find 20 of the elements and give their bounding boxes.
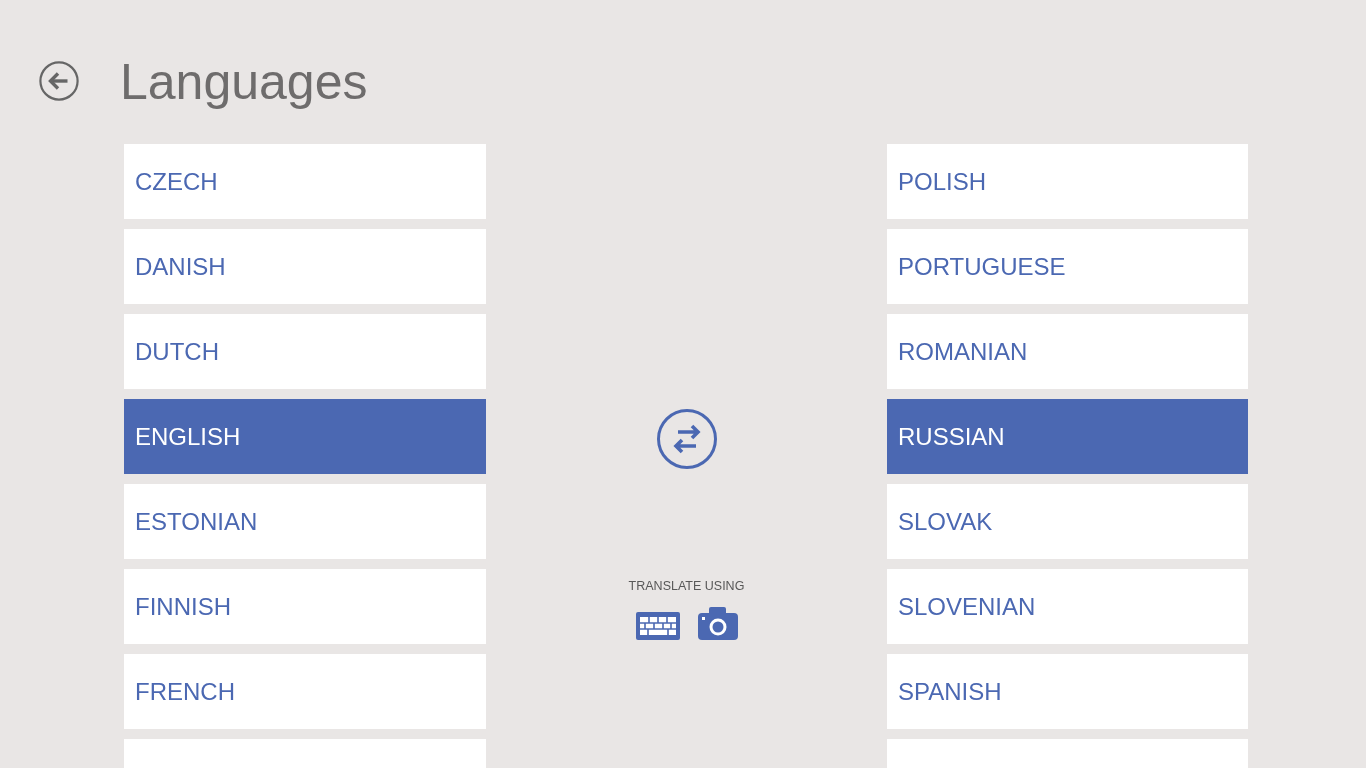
camera-icon[interactable] <box>697 607 738 640</box>
language-item[interactable]: RUSSIAN <box>887 399 1248 474</box>
language-item[interactable]: PORTUGUESE <box>887 229 1248 304</box>
back-icon[interactable] <box>39 61 79 101</box>
language-item[interactable]: DUTCH <box>124 314 486 389</box>
language-item[interactable]: SLOVAK <box>887 484 1248 559</box>
language-item[interactable]: FINNISH <box>124 569 486 644</box>
language-item[interactable]: POLISH <box>887 144 1248 219</box>
language-item[interactable]: DANISH <box>124 229 486 304</box>
language-item[interactable]: ESTONIAN <box>124 484 486 559</box>
language-item[interactable]: CZECH <box>124 144 486 219</box>
translate-using-label: TRANSLATE USING <box>628 578 745 594</box>
page-title: Languages <box>120 53 368 111</box>
language-item[interactable]: SPANISH <box>887 654 1248 729</box>
swap-icon[interactable] <box>656 409 717 469</box>
keyboard-icon[interactable] <box>635 612 680 640</box>
language-item[interactable]: SLOVENIAN <box>887 569 1248 644</box>
language-item[interactable]: ROMANIAN <box>887 314 1248 389</box>
language-item[interactable]: FRENCH <box>124 654 486 729</box>
language-item[interactable]: ENGLISH <box>124 399 486 474</box>
